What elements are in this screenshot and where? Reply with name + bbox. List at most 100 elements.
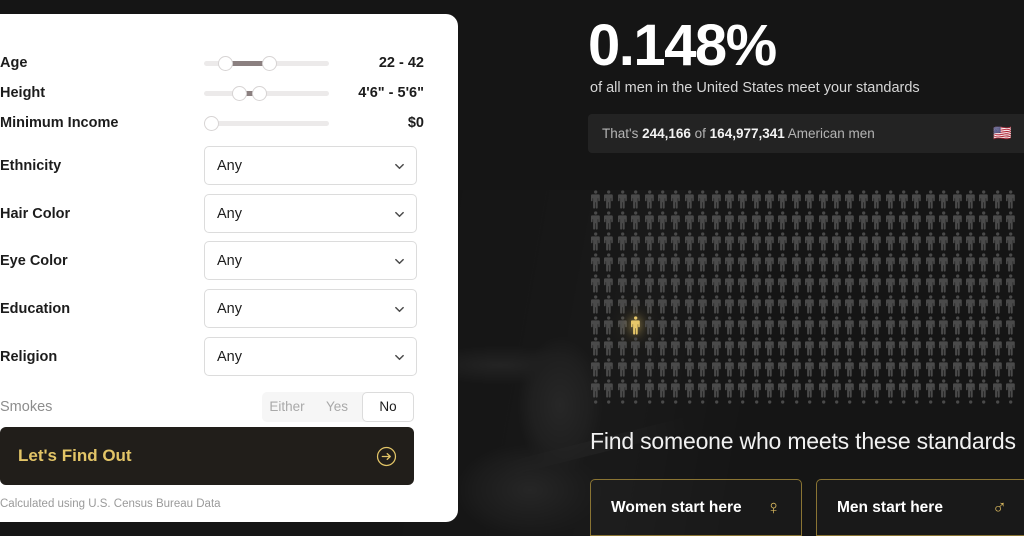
person-icon bbox=[750, 399, 763, 404]
person-icon bbox=[750, 210, 763, 231]
height-slider-knob-max[interactable] bbox=[252, 86, 267, 101]
minimum-income-slider[interactable] bbox=[204, 114, 329, 132]
person-icon bbox=[937, 231, 950, 252]
person-icon bbox=[710, 210, 723, 231]
age-slider-knob-min[interactable] bbox=[218, 56, 233, 71]
hair-color-select[interactable]: Any bbox=[204, 194, 417, 233]
eye-color-select[interactable]: Any bbox=[204, 241, 417, 280]
person-icon bbox=[817, 210, 830, 231]
person-icon bbox=[602, 336, 615, 357]
person-icon bbox=[830, 252, 843, 273]
person-icon bbox=[696, 315, 709, 336]
smokes-segmented-control[interactable]: Either Yes No bbox=[262, 392, 414, 422]
person-icon bbox=[602, 315, 615, 336]
person-icon bbox=[656, 252, 669, 273]
person-icon bbox=[843, 357, 856, 378]
person-icon bbox=[776, 231, 789, 252]
person-icon bbox=[817, 252, 830, 273]
person-icon bbox=[897, 378, 910, 399]
person-icon bbox=[830, 210, 843, 231]
men-start-button[interactable]: Men start here ♂ bbox=[816, 479, 1024, 536]
smokes-label: Smokes bbox=[0, 399, 53, 415]
education-select[interactable]: Any bbox=[204, 289, 417, 328]
person-icon bbox=[736, 273, 749, 294]
religion-label: Religion bbox=[0, 348, 58, 365]
person-icon bbox=[817, 315, 830, 336]
smokes-option-yes[interactable]: Yes bbox=[312, 392, 362, 422]
smokes-option-either[interactable]: Either bbox=[262, 392, 312, 422]
ethnicity-select[interactable]: Any bbox=[204, 146, 417, 185]
person-icon bbox=[602, 210, 615, 231]
person-icon bbox=[710, 231, 723, 252]
person-icon bbox=[964, 336, 977, 357]
person-icon bbox=[710, 252, 723, 273]
hair-color-label: Hair Color bbox=[0, 205, 71, 222]
person-icon bbox=[589, 336, 602, 357]
person-icon bbox=[602, 399, 615, 404]
lets-find-out-button[interactable]: Let's Find Out bbox=[0, 427, 414, 485]
person-icon bbox=[696, 210, 709, 231]
height-slider-knob-min[interactable] bbox=[232, 86, 247, 101]
person-icon bbox=[790, 273, 803, 294]
person-icon bbox=[710, 294, 723, 315]
age-slider-knob-max[interactable] bbox=[262, 56, 277, 71]
person-icon bbox=[857, 252, 870, 273]
minimum-income-slider-knob[interactable] bbox=[204, 116, 219, 131]
person-icon bbox=[696, 273, 709, 294]
religion-select[interactable]: Any bbox=[204, 337, 417, 376]
person-icon bbox=[589, 315, 602, 336]
person-icon bbox=[991, 273, 1004, 294]
person-icon bbox=[683, 378, 696, 399]
person-icon bbox=[910, 357, 923, 378]
person-icon bbox=[1004, 399, 1017, 404]
person-icon bbox=[643, 252, 656, 273]
person-icon bbox=[951, 399, 964, 404]
person-icon bbox=[750, 231, 763, 252]
person-icon bbox=[937, 189, 950, 210]
smokes-option-no[interactable]: No bbox=[362, 392, 414, 422]
person-icon bbox=[937, 336, 950, 357]
education-value: Any bbox=[217, 300, 242, 317]
person-icon bbox=[857, 273, 870, 294]
person-icon bbox=[870, 357, 883, 378]
person-icon bbox=[843, 231, 856, 252]
person-icon bbox=[937, 210, 950, 231]
person-icon bbox=[977, 231, 990, 252]
chevron-down-icon bbox=[395, 258, 404, 264]
person-icon bbox=[884, 315, 897, 336]
person-icon bbox=[629, 252, 642, 273]
person-icon bbox=[669, 210, 682, 231]
women-start-button[interactable]: Women start here ♀ bbox=[590, 479, 802, 536]
person-icon bbox=[683, 399, 696, 404]
person-icon bbox=[884, 231, 897, 252]
person-icon bbox=[830, 336, 843, 357]
height-slider[interactable] bbox=[204, 84, 329, 102]
person-icon bbox=[736, 336, 749, 357]
person-icon bbox=[629, 294, 642, 315]
person-icon bbox=[870, 273, 883, 294]
arrow-right-circle-icon bbox=[376, 446, 397, 466]
person-icon bbox=[910, 336, 923, 357]
person-icon bbox=[683, 210, 696, 231]
stat-banner-text: That's 244,166 of 164,977,341 American m… bbox=[602, 126, 993, 141]
person-icon bbox=[643, 378, 656, 399]
person-icon bbox=[710, 315, 723, 336]
person-icon bbox=[991, 189, 1004, 210]
person-icon bbox=[776, 399, 789, 404]
person-icon bbox=[616, 189, 629, 210]
person-icon bbox=[977, 273, 990, 294]
person-icon bbox=[803, 210, 816, 231]
person-icon bbox=[937, 294, 950, 315]
age-slider[interactable] bbox=[204, 54, 329, 72]
person-icon bbox=[589, 189, 602, 210]
person-icon bbox=[763, 378, 776, 399]
person-icon bbox=[857, 357, 870, 378]
person-icon bbox=[710, 273, 723, 294]
person-icon bbox=[616, 336, 629, 357]
person-icon bbox=[830, 294, 843, 315]
person-icon bbox=[924, 294, 937, 315]
age-label: Age bbox=[0, 55, 28, 71]
person-icon bbox=[763, 273, 776, 294]
person-icon bbox=[937, 399, 950, 404]
person-icon bbox=[937, 378, 950, 399]
